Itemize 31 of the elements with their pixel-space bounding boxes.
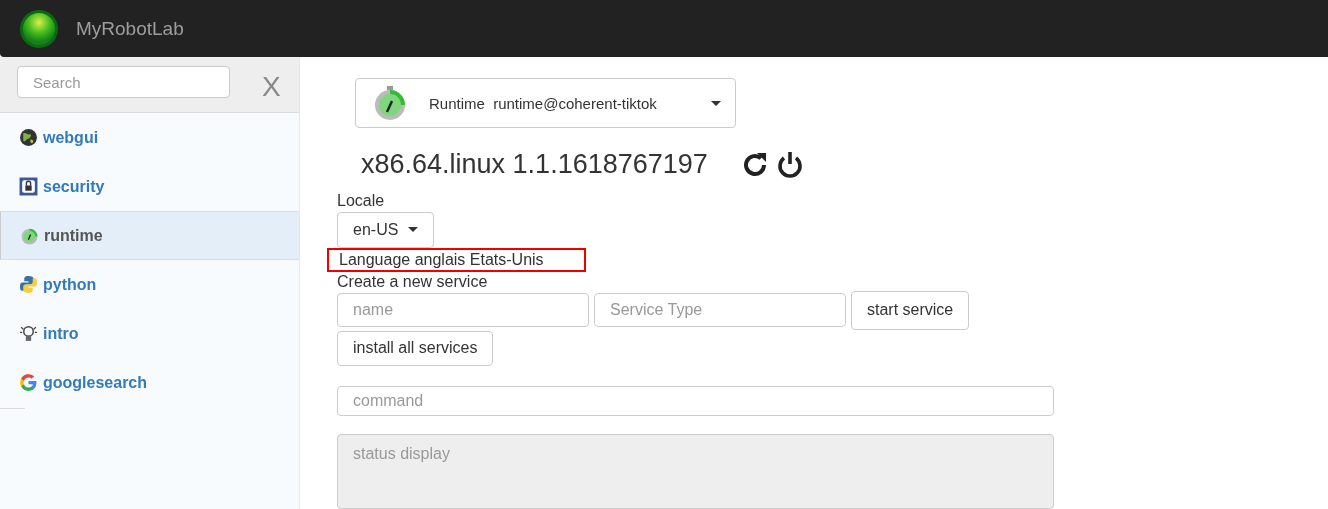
service-list-item[interactable]: security <box>0 162 299 211</box>
search-field[interactable]: Search <box>17 66 230 98</box>
caret-icon <box>711 100 721 106</box>
caret-icon <box>408 227 419 233</box>
service-list-item[interactable]: runtime <box>0 211 299 260</box>
globe-icon <box>19 128 38 147</box>
locale-dropdown[interactable]: en-US <box>337 212 435 248</box>
status-display: status display <box>337 434 1054 509</box>
stopwatch-icon <box>20 226 39 245</box>
service-list-item[interactable]: intro <box>0 309 299 358</box>
service-list-item[interactable]: googlesearch <box>0 358 299 407</box>
ball-logo[interactable] <box>19 8 59 49</box>
command-field[interactable]: command <box>337 386 1054 417</box>
install-all-services-button[interactable]: install all services <box>337 330 494 367</box>
service-list-item[interactable]: python <box>0 260 299 309</box>
brand-title[interactable]: MyRobotLab <box>76 17 184 40</box>
service-list-item[interactable]: webgui <box>0 113 299 162</box>
service-select[interactable]: Runtime runtime@coherent-tiktok <box>355 78 736 129</box>
create-service-label: Create a new service <box>337 272 488 291</box>
clear-search-button[interactable]: X <box>262 73 281 101</box>
start-service-button[interactable]: start service <box>851 290 970 330</box>
name-field[interactable]: name <box>337 292 589 327</box>
python-icon <box>19 275 38 294</box>
service-type-field[interactable]: Service Type <box>594 292 846 327</box>
platform-version: x86.64.linux 1.1.1618767197 <box>361 149 708 181</box>
lightbulb-icon <box>19 324 38 343</box>
language-label: Language anglais Etats-Unis <box>327 247 586 272</box>
stopwatch-icon <box>372 85 408 122</box>
locale-label: Locale <box>337 192 385 211</box>
lock-icon <box>19 177 38 196</box>
google-g-icon <box>19 373 38 392</box>
